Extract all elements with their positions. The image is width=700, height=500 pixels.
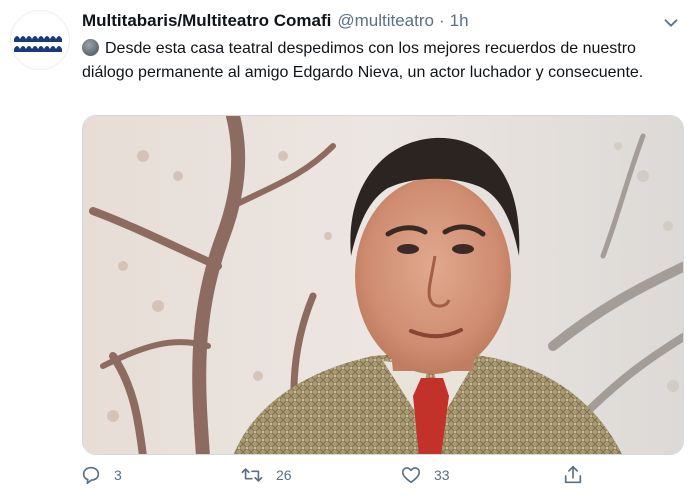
- reply-icon: [82, 466, 100, 485]
- avatar[interactable]: [10, 10, 70, 70]
- reply-count: 3: [114, 467, 122, 483]
- retweet-count: 26: [276, 467, 292, 483]
- reply-button[interactable]: 3: [80, 464, 122, 486]
- tweet-text: Desde esta casa teatral despedimos con l…: [82, 37, 682, 85]
- like-button[interactable]: 33: [400, 464, 450, 486]
- tweet-body: Desde esta casa teatral despedimos con l…: [82, 40, 644, 81]
- tweet-header: Multitabaris/Multiteatro Comafi @multite…: [82, 11, 469, 31]
- share-button[interactable]: [562, 464, 584, 486]
- retweet-icon: [241, 468, 263, 482]
- multiteatro-logo-icon: [14, 36, 62, 52]
- retweet-button[interactable]: 26: [240, 464, 292, 486]
- chevron-down-icon[interactable]: [660, 12, 682, 34]
- tweet-actions: 3 26 33: [80, 464, 590, 494]
- share-icon: [564, 465, 582, 484]
- dark-circle-emoji-icon: [82, 39, 99, 56]
- separator-dot: ·: [438, 11, 445, 30]
- user-handle[interactable]: @multiteatro: [337, 11, 434, 31]
- heart-icon: [401, 467, 421, 484]
- timestamp[interactable]: 1h: [450, 11, 469, 31]
- tweet[interactable]: Multitabaris/Multiteatro Comafi @multite…: [0, 0, 700, 500]
- portrait-photo-icon: [83, 116, 683, 454]
- display-name[interactable]: Multitabaris/Multiteatro Comafi: [82, 11, 331, 31]
- tweet-photo[interactable]: [82, 115, 684, 455]
- like-count: 33: [434, 467, 450, 483]
